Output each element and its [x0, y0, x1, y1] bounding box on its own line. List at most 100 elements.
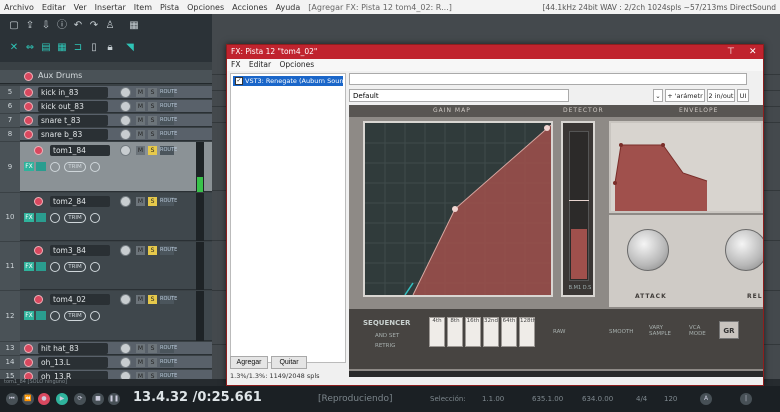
phase-button[interactable] [50, 162, 60, 172]
note-128th-cell[interactable]: 128th [519, 317, 536, 347]
rec-arm-button[interactable] [34, 146, 43, 155]
tempo[interactable]: 120 [664, 395, 677, 403]
volume-knob[interactable] [120, 129, 131, 140]
solo-button[interactable]: S [148, 358, 157, 367]
fx-bypass-button[interactable] [36, 262, 46, 271]
new-project-icon[interactable]: ▢ [8, 20, 20, 32]
trim-button[interactable]: TRIM [64, 262, 86, 272]
track-tom2[interactable]: tom2_84 M S ROUTE FX TRIM [20, 193, 212, 241]
track-tom1[interactable]: tom1_84 M S ROUTE FX TRIM [20, 142, 212, 192]
note-4th-cell[interactable]: 4th [429, 317, 445, 347]
track-name[interactable]: tom3_84 [50, 245, 110, 256]
track-hit-hat[interactable]: hit hat_83 M S ROUTE [20, 342, 212, 355]
io-button[interactable]: 2 in/out [707, 89, 735, 102]
track-name[interactable]: snare t_83 [38, 115, 108, 126]
menu-pista[interactable]: Pista [156, 3, 183, 12]
volume-knob[interactable] [120, 101, 131, 112]
fx-bypass-button[interactable] [36, 311, 46, 320]
add-fx-button[interactable]: Agregar [230, 356, 268, 369]
pause-icon[interactable]: ❚❚ [108, 393, 120, 405]
stop-icon[interactable]: ■ [92, 393, 104, 405]
mute-button[interactable]: M [136, 344, 145, 353]
mute-button[interactable]: M [136, 295, 145, 304]
track-name[interactable]: tom4_02 [50, 294, 110, 305]
menu-opciones[interactable]: Opciones [183, 3, 228, 12]
play-icon[interactable]: ▶ [56, 393, 68, 405]
track-snare-b[interactable]: snare b_83 M S ROUTE [20, 128, 212, 141]
threshold-handle[interactable] [569, 200, 589, 201]
save-project-icon[interactable]: ⇩ [40, 20, 52, 32]
route-button[interactable]: ROUTE [160, 146, 177, 155]
global-automation-icon[interactable]: A [700, 393, 712, 405]
solo-button[interactable]: S [148, 102, 157, 111]
gain-curve-node[interactable] [544, 125, 550, 131]
solo-button[interactable]: S [148, 295, 157, 304]
envelope-button[interactable] [90, 162, 100, 172]
envelope-node[interactable] [661, 143, 665, 147]
marker-icon[interactable]: ▯ [88, 42, 100, 54]
preset-select[interactable]: Default [349, 89, 569, 102]
track-name[interactable]: hit hat_83 [38, 343, 108, 354]
pin-icon[interactable]: ⊤ [727, 45, 735, 59]
gain-curve-node[interactable] [452, 206, 458, 212]
redo-icon[interactable]: ↷ [88, 20, 100, 32]
mute-button[interactable]: M [136, 130, 145, 139]
folder-track-aux-drums[interactable]: Aux Drums [0, 70, 212, 84]
menu-ayuda[interactable]: Ayuda [272, 3, 305, 12]
metronome-icon[interactable]: ♙ [104, 20, 116, 32]
rewind-icon[interactable]: ⏪ [22, 393, 34, 405]
gain-map-graph[interactable] [363, 121, 553, 297]
menu-editar[interactable]: Editar [38, 3, 70, 12]
solo-button[interactable]: S [148, 146, 157, 155]
route-button[interactable]: ROUTE [160, 295, 177, 304]
route-button[interactable]: ROUTE [160, 246, 177, 255]
cursor-icon[interactable]: ◥ [124, 42, 136, 54]
solo-button[interactable]: S [148, 197, 157, 206]
fx-bypass-button[interactable] [36, 162, 46, 171]
sequencer-toggle[interactable]: SEQUENCER [363, 319, 410, 327]
record-icon[interactable]: ● [38, 393, 50, 405]
solo-button[interactable]: S [148, 130, 157, 139]
snap-grid-icon[interactable]: ▦ [56, 42, 68, 54]
phase-button[interactable] [50, 311, 60, 321]
rec-arm-button[interactable] [24, 358, 33, 367]
fx-button[interactable]: FX [24, 162, 34, 171]
fx-chain-window[interactable]: FX: Pista 12 "tom4_02" ⊤ ✕ FX Editar Opc… [226, 44, 764, 386]
enable-checkbox[interactable]: ✓ [235, 77, 243, 85]
menu-ver[interactable]: Ver [70, 3, 91, 12]
solo-button[interactable]: S [148, 116, 157, 125]
volume-knob[interactable] [120, 294, 131, 305]
rec-arm-button[interactable] [24, 102, 33, 111]
snap-icon[interactable]: ⊐ [72, 42, 84, 54]
undo-icon[interactable]: ↶ [72, 20, 84, 32]
fx-button[interactable]: FX [24, 262, 34, 271]
fx-menu-fx[interactable]: FX [231, 60, 240, 69]
solo-button[interactable]: S [148, 344, 157, 353]
track-name[interactable]: tom1_84 [50, 145, 110, 156]
project-settings-icon[interactable]: ⓘ [56, 20, 68, 32]
vca-mode-label[interactable]: VCA MODE [689, 325, 715, 337]
rec-arm-button[interactable] [24, 130, 33, 139]
track-tom4[interactable]: tom4_02 M S ROUTE FX TRIM [20, 291, 212, 341]
note-8th-cell[interactable]: 8th [447, 317, 463, 347]
ripple-icon[interactable]: ⇔ [24, 42, 36, 54]
track-snare-t[interactable]: snare t_83 M S ROUTE [20, 114, 212, 127]
track-name[interactable]: oh_13.L [38, 357, 108, 368]
menu-archivo[interactable]: Archivo [0, 3, 38, 12]
gr-button[interactable]: GR [719, 321, 739, 339]
volume-knob[interactable] [120, 245, 131, 256]
ripple-off-icon[interactable]: ✕ [8, 42, 20, 54]
retrig-toggle[interactable]: RETRIG [375, 343, 395, 349]
and-set-toggle[interactable]: AND SET [375, 333, 399, 339]
solo-button[interactable]: S [148, 88, 157, 97]
mute-button[interactable]: M [136, 246, 145, 255]
envelope-graph[interactable] [609, 121, 763, 213]
volume-knob[interactable] [120, 357, 131, 368]
track-kick-in[interactable]: kick in_83 M S ROUTE [20, 86, 212, 99]
mute-button[interactable]: M [136, 358, 145, 367]
mute-button[interactable]: M [136, 146, 145, 155]
route-button[interactable]: ROUTE [160, 197, 177, 206]
selection-start[interactable]: 1.1.00 [482, 395, 504, 403]
trim-button[interactable]: TRIM [64, 311, 86, 321]
rec-arm-button[interactable] [34, 246, 43, 255]
